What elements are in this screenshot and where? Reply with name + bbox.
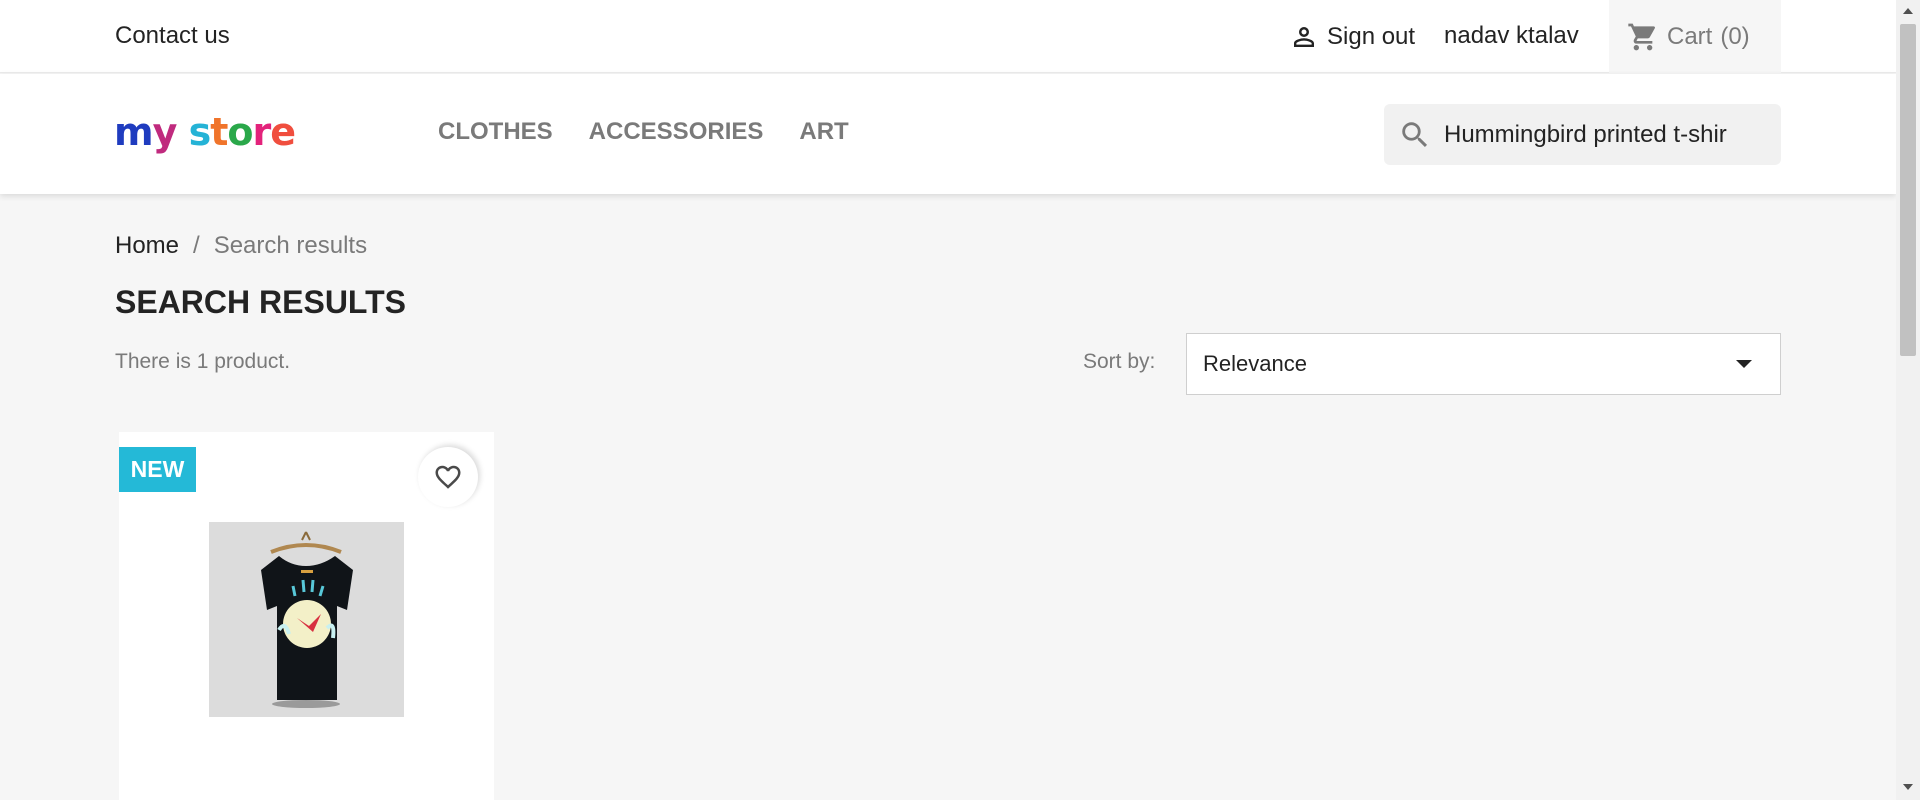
product-card[interactable]: NEW	[119, 432, 494, 800]
caret-down-icon	[1736, 360, 1752, 368]
store-logo[interactable]: my store	[114, 110, 296, 154]
shopping-cart-icon	[1628, 23, 1655, 50]
logo-letter: r	[252, 110, 272, 154]
product-count: There is 1 product.	[115, 350, 291, 373]
scrollbar-thumb[interactable]	[1900, 24, 1916, 356]
sort-value: Relevance	[1203, 351, 1307, 376]
page: Contact us Sign out nadav ktalav Cart (0…	[0, 0, 1896, 800]
scroll-down-icon[interactable]	[1903, 784, 1913, 790]
vertical-scrollbar[interactable]	[1896, 0, 1920, 800]
new-badge: NEW	[119, 447, 196, 492]
heart-icon	[435, 465, 461, 489]
contact-us-link[interactable]: Contact us	[115, 22, 230, 50]
cart-label: Cart	[1667, 22, 1713, 50]
page-title: SEARCH RESULTS	[115, 284, 406, 320]
tshirt-image	[209, 522, 404, 717]
nav-item-clothes[interactable]: CLOTHES	[438, 118, 553, 146]
product-image[interactable]	[209, 522, 404, 717]
nav-item-accessories[interactable]: ACCESSORIES	[589, 118, 764, 146]
logo-letter: s	[188, 110, 212, 154]
scroll-up-icon[interactable]	[1903, 8, 1913, 14]
breadcrumb-current: Search results	[213, 232, 368, 259]
logo-letter: o	[227, 110, 253, 154]
breadcrumb-separator: /	[193, 232, 200, 259]
breadcrumb: Home / Search results	[115, 232, 367, 260]
sign-out-label: Sign out	[1327, 23, 1416, 50]
wishlist-button[interactable]	[418, 447, 478, 507]
sort-select[interactable]: Relevance	[1186, 333, 1781, 395]
logo-letter: t	[210, 110, 228, 154]
main-nav: CLOTHES ACCESSORIES ART	[438, 118, 849, 146]
nav-item-art[interactable]: ART	[799, 118, 848, 146]
breadcrumb-home-link[interactable]: Home	[115, 232, 179, 260]
cart-button[interactable]: Cart (0)	[1609, 0, 1781, 73]
sign-out-link[interactable]: Sign out	[1289, 20, 1415, 54]
header: my store CLOTHES ACCESSORIES ART	[0, 74, 1896, 194]
account-name-link[interactable]: nadav ktalav	[1444, 22, 1579, 50]
search-input[interactable]	[1444, 120, 1764, 149]
logo-letter: m	[114, 110, 154, 154]
sort-label: Sort by:	[1083, 350, 1156, 373]
logo-letter	[176, 110, 188, 154]
top-bar: Contact us Sign out nadav ktalav Cart (0…	[0, 0, 1896, 73]
search-icon[interactable]	[1398, 118, 1432, 152]
logo-letter: e	[270, 110, 296, 154]
search-box	[1384, 104, 1781, 165]
person-icon	[1294, 27, 1314, 47]
cart-count: (0)	[1720, 22, 1750, 50]
logo-letter: y	[152, 110, 178, 154]
